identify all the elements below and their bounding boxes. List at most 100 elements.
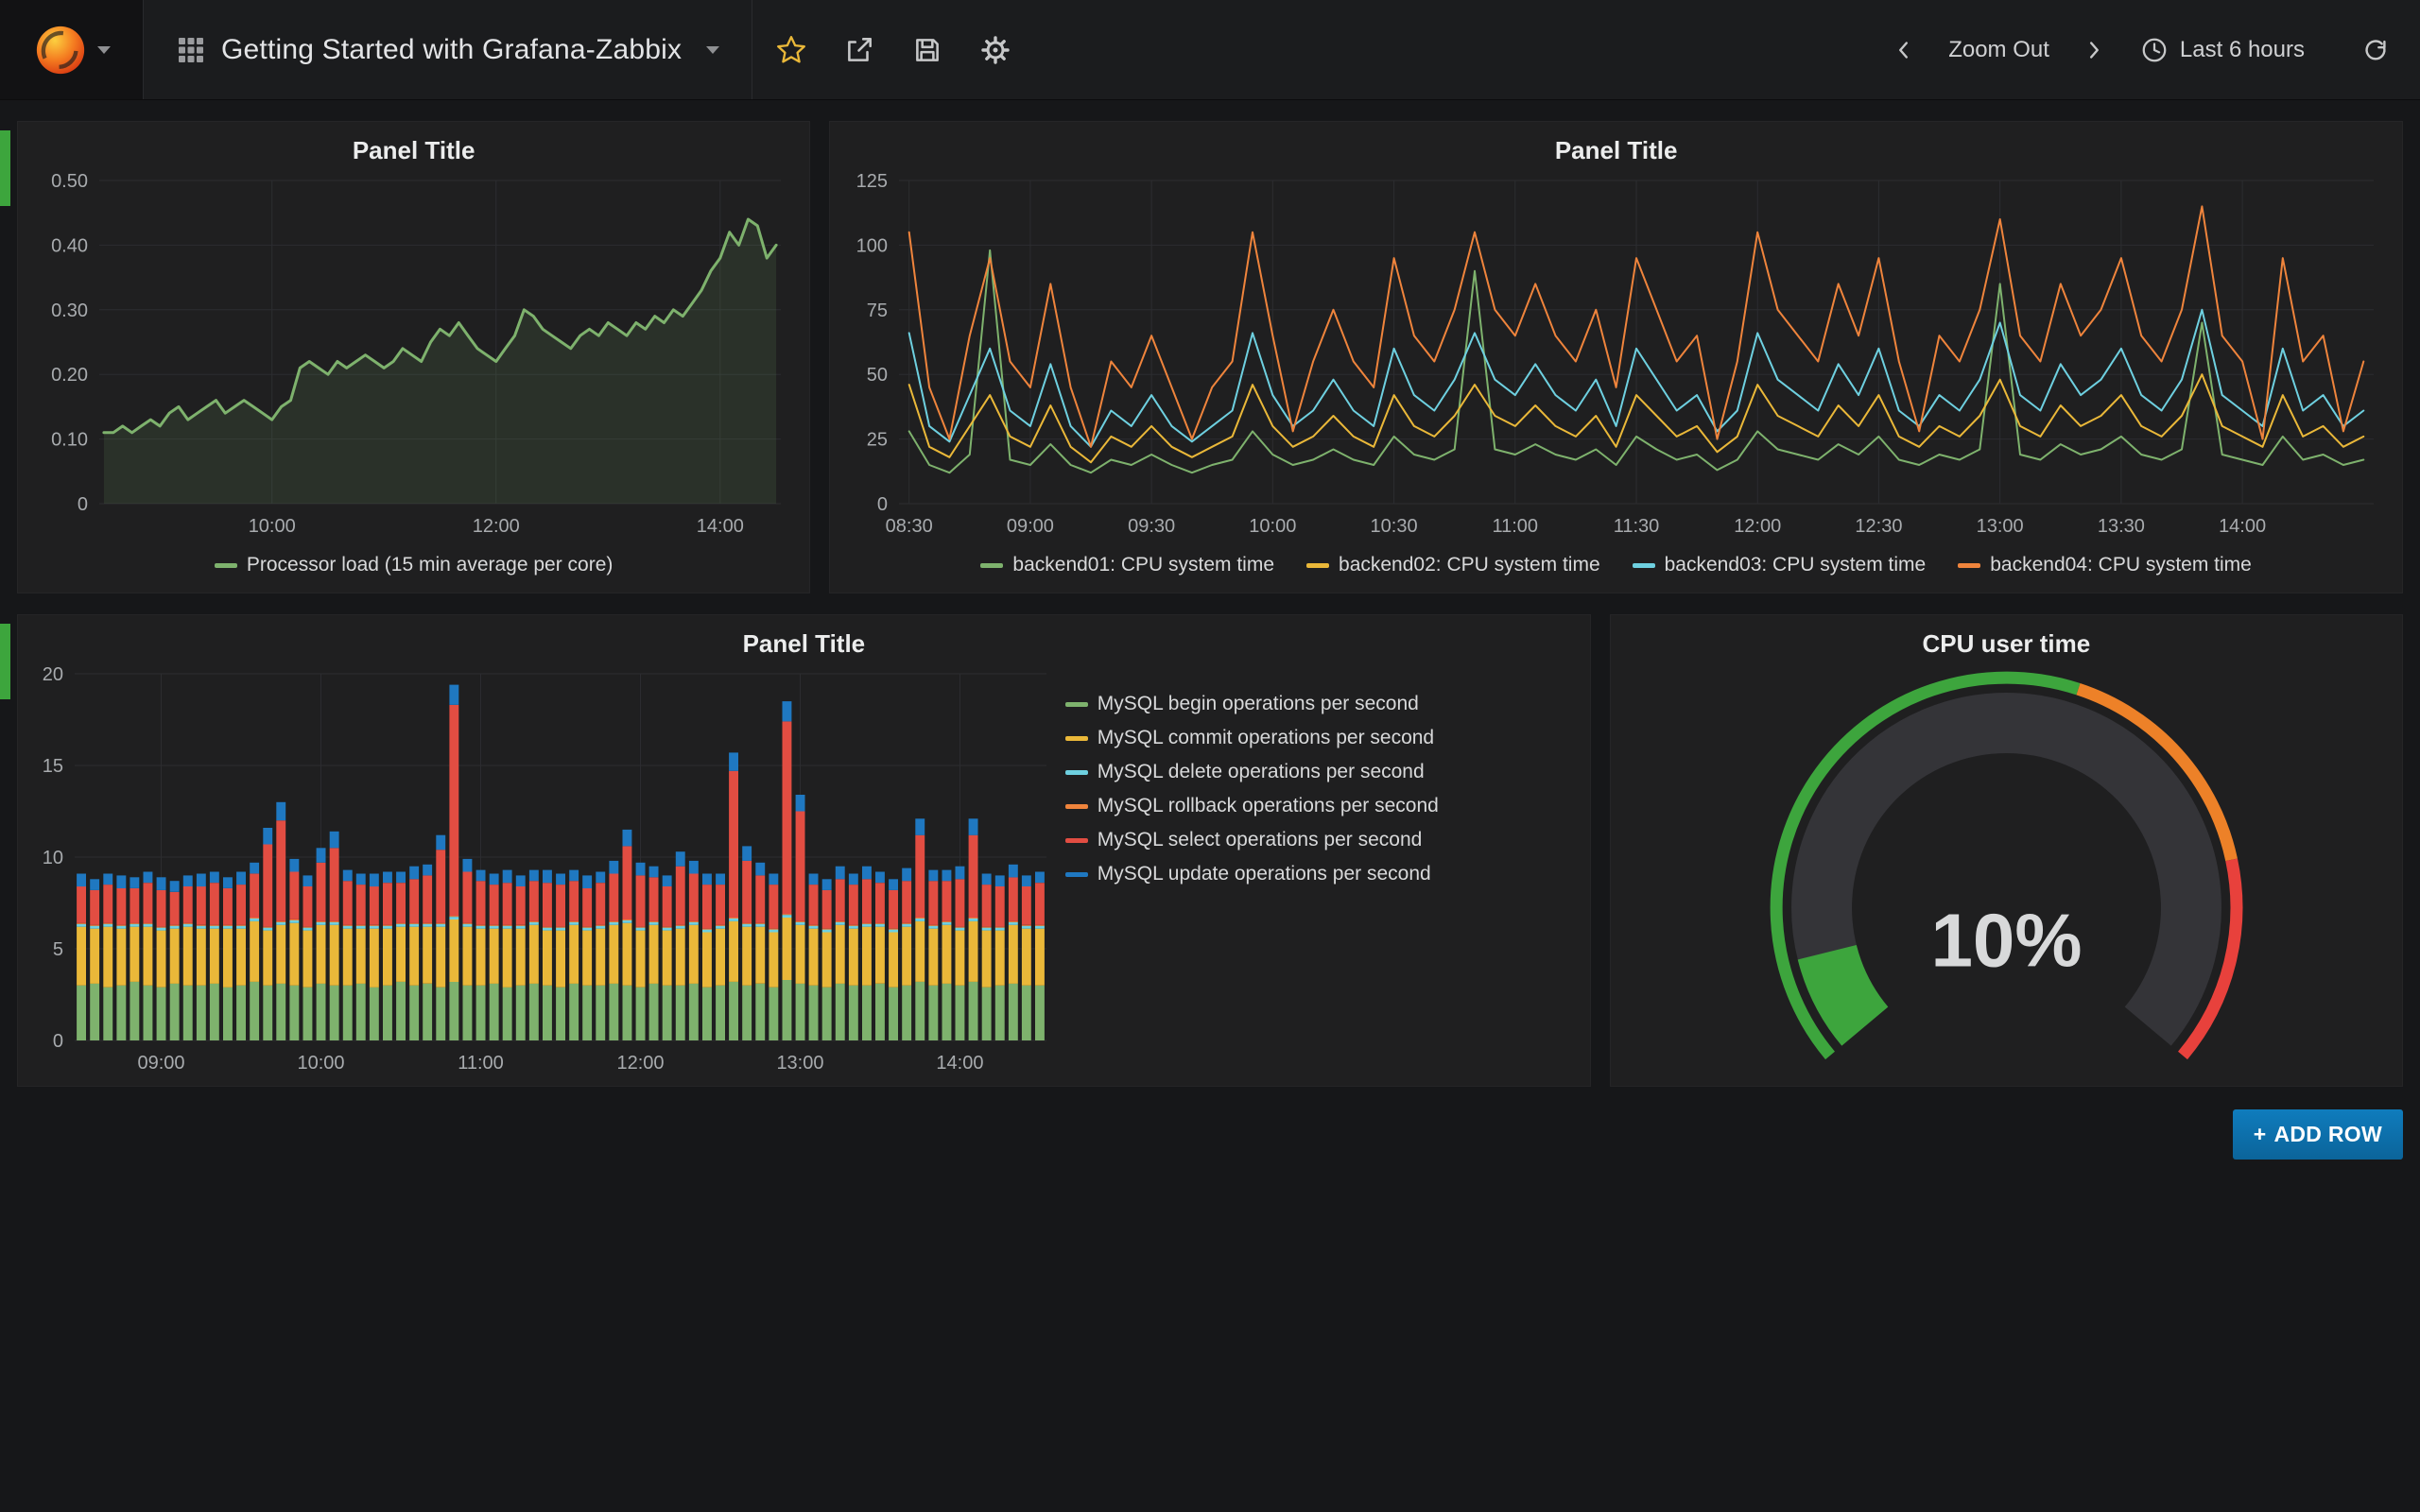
- legend-item[interactable]: MySQL begin operations per second: [1065, 693, 1569, 715]
- svg-text:10:00: 10:00: [297, 1053, 344, 1074]
- svg-text:14:00: 14:00: [2219, 516, 2266, 537]
- legend-label: MySQL update operations per second: [1098, 863, 1431, 885]
- legend-label: backend01: CPU system time: [1012, 554, 1274, 576]
- svg-text:5: 5: [53, 939, 63, 960]
- svg-text:14:00: 14:00: [936, 1053, 983, 1074]
- svg-text:13:30: 13:30: [2098, 516, 2145, 537]
- cpu-system-time-line-chart[interactable]: 025507510012508:3009:0009:3010:0010:3011…: [843, 171, 2389, 543]
- dashboard-row-2: Panel Title 0510152009:0010:0011:0012:00…: [0, 614, 2420, 1087]
- row-collapse-handle[interactable]: [0, 624, 10, 699]
- legend-label: Processor load (15 min average per core): [247, 554, 614, 576]
- svg-text:14:00: 14:00: [697, 516, 744, 537]
- refresh-icon: [2361, 36, 2390, 64]
- legend-label: MySQL rollback operations per second: [1098, 795, 1439, 817]
- panel-title[interactable]: Panel Title: [843, 129, 2389, 171]
- svg-text:13:00: 13:00: [1977, 516, 2024, 537]
- series-color-dash: [1065, 770, 1088, 775]
- dashboard-title-menu[interactable]: Getting Started with Grafana-Zabbix: [144, 0, 752, 99]
- series-color-dash: [1958, 563, 1980, 568]
- legend-item[interactable]: backend04: CPU system time: [1958, 554, 2252, 576]
- series-color-dash: [1065, 804, 1088, 809]
- series-color-dash: [1065, 872, 1088, 877]
- svg-text:13:00: 13:00: [776, 1053, 823, 1074]
- svg-text:12:00: 12:00: [1734, 516, 1781, 537]
- legend-label: backend03: CPU system time: [1665, 554, 1927, 576]
- row-collapse-handle[interactable]: [0, 130, 10, 206]
- panel-title[interactable]: Panel Title: [31, 623, 1577, 664]
- dashboard-grid-icon: [176, 35, 206, 65]
- svg-text:0: 0: [53, 1031, 63, 1052]
- time-range-label: Last 6 hours: [2180, 37, 2305, 63]
- legend-item[interactable]: MySQL commit operations per second: [1065, 727, 1569, 749]
- svg-text:0.40: 0.40: [51, 235, 88, 256]
- legend-item[interactable]: MySQL select operations per second: [1065, 829, 1569, 851]
- shift-time-back-button[interactable]: [1876, 25, 1931, 76]
- svg-text:12:00: 12:00: [473, 516, 520, 537]
- series-color-dash: [980, 563, 1003, 568]
- shift-time-forward-button[interactable]: [2066, 25, 2121, 76]
- panel-title[interactable]: Panel Title: [31, 129, 796, 171]
- share-dashboard-button[interactable]: [830, 23, 889, 77]
- chevron-right-icon: [2080, 36, 2108, 64]
- svg-text:09:00: 09:00: [138, 1053, 185, 1074]
- add-row-container: + ADD ROW: [0, 1109, 2420, 1160]
- star-dashboard-button[interactable]: [762, 23, 821, 77]
- legend-item[interactable]: MySQL delete operations per second: [1065, 761, 1569, 783]
- series-color-dash: [215, 563, 237, 568]
- grafana-logo-icon: [33, 23, 88, 77]
- svg-text:10: 10: [43, 848, 63, 868]
- svg-text:08:30: 08:30: [886, 516, 933, 537]
- svg-text:0: 0: [877, 494, 888, 515]
- dashboard-row-1: Panel Title 00.100.200.300.400.5010:0012…: [0, 121, 2420, 593]
- zoom-out-label: Zoom Out: [1948, 37, 2049, 63]
- cpu-user-time-gauge[interactable]: 10%: [1624, 664, 2389, 1080]
- svg-text:10:30: 10:30: [1371, 516, 1418, 537]
- svg-text:10%: 10%: [1930, 898, 2082, 982]
- svg-text:12:00: 12:00: [616, 1053, 664, 1074]
- legend-item[interactable]: backend03: CPU system time: [1633, 554, 1927, 576]
- settings-gear-icon: [979, 34, 1011, 66]
- chart-legend: MySQL begin operations per second MySQL c…: [1062, 664, 1577, 1080]
- legend-item[interactable]: backend02: CPU system time: [1306, 554, 1600, 576]
- grafana-dashboard-page: { "navbar": { "title": "Getting Started …: [0, 0, 2420, 1512]
- processor-load-line-chart[interactable]: 00.100.200.300.400.5010:0012:0014:00: [31, 171, 796, 543]
- refresh-dashboard-button[interactable]: [2348, 25, 2403, 76]
- svg-text:11:00: 11:00: [1493, 516, 1539, 537]
- series-color-dash: [1065, 702, 1088, 707]
- dashboard-actions: [752, 0, 1034, 99]
- svg-text:0.30: 0.30: [51, 301, 88, 321]
- legend-label: MySQL select operations per second: [1098, 829, 1423, 851]
- caret-down-icon: [97, 46, 111, 54]
- svg-text:75: 75: [867, 301, 888, 321]
- dashboard-settings-button[interactable]: [966, 23, 1025, 77]
- series-color-dash: [1065, 838, 1088, 843]
- mysql-operations-bar-chart[interactable]: 0510152009:0010:0011:0012:0013:0014:00: [31, 664, 1062, 1080]
- legend-item[interactable]: backend01: CPU system time: [980, 554, 1274, 576]
- save-dashboard-button[interactable]: [898, 23, 957, 77]
- grafana-main-menu[interactable]: [0, 0, 144, 99]
- panel-cpu-user-time-gauge: CPU user time 10%: [1610, 614, 2403, 1087]
- legend-item[interactable]: Processor load (15 min average per core): [215, 554, 614, 576]
- svg-text:0.50: 0.50: [51, 171, 88, 192]
- time-range-picker[interactable]: Last 6 hours: [2125, 25, 2320, 76]
- series-color-dash: [1065, 736, 1088, 741]
- svg-text:125: 125: [856, 171, 888, 192]
- legend-label: MySQL commit operations per second: [1098, 727, 1434, 749]
- navbar: Getting Started with Grafana-Zabbix: [0, 0, 2420, 100]
- panel-mysql-operations: Panel Title 0510152009:0010:0011:0012:00…: [17, 614, 1591, 1087]
- panel-title[interactable]: CPU user time: [1624, 623, 2389, 664]
- legend-item[interactable]: MySQL rollback operations per second: [1065, 795, 1569, 817]
- zoom-out-button[interactable]: Zoom Out: [1935, 26, 2063, 75]
- legend-label: MySQL delete operations per second: [1098, 761, 1425, 783]
- star-icon: [775, 34, 807, 66]
- dashboard-title: Getting Started with Grafana-Zabbix: [221, 34, 682, 66]
- add-row-button[interactable]: + ADD ROW: [2233, 1109, 2403, 1160]
- chart-legend: backend01: CPU system time backend02: CPU…: [843, 543, 2389, 587]
- legend-item[interactable]: MySQL update operations per second: [1065, 863, 1569, 885]
- legend-label: backend02: CPU system time: [1339, 554, 1600, 576]
- series-color-dash: [1306, 563, 1329, 568]
- svg-text:20: 20: [43, 664, 63, 685]
- caret-down-icon: [706, 46, 719, 54]
- svg-text:11:30: 11:30: [1614, 516, 1660, 537]
- svg-text:12:30: 12:30: [1856, 516, 1903, 537]
